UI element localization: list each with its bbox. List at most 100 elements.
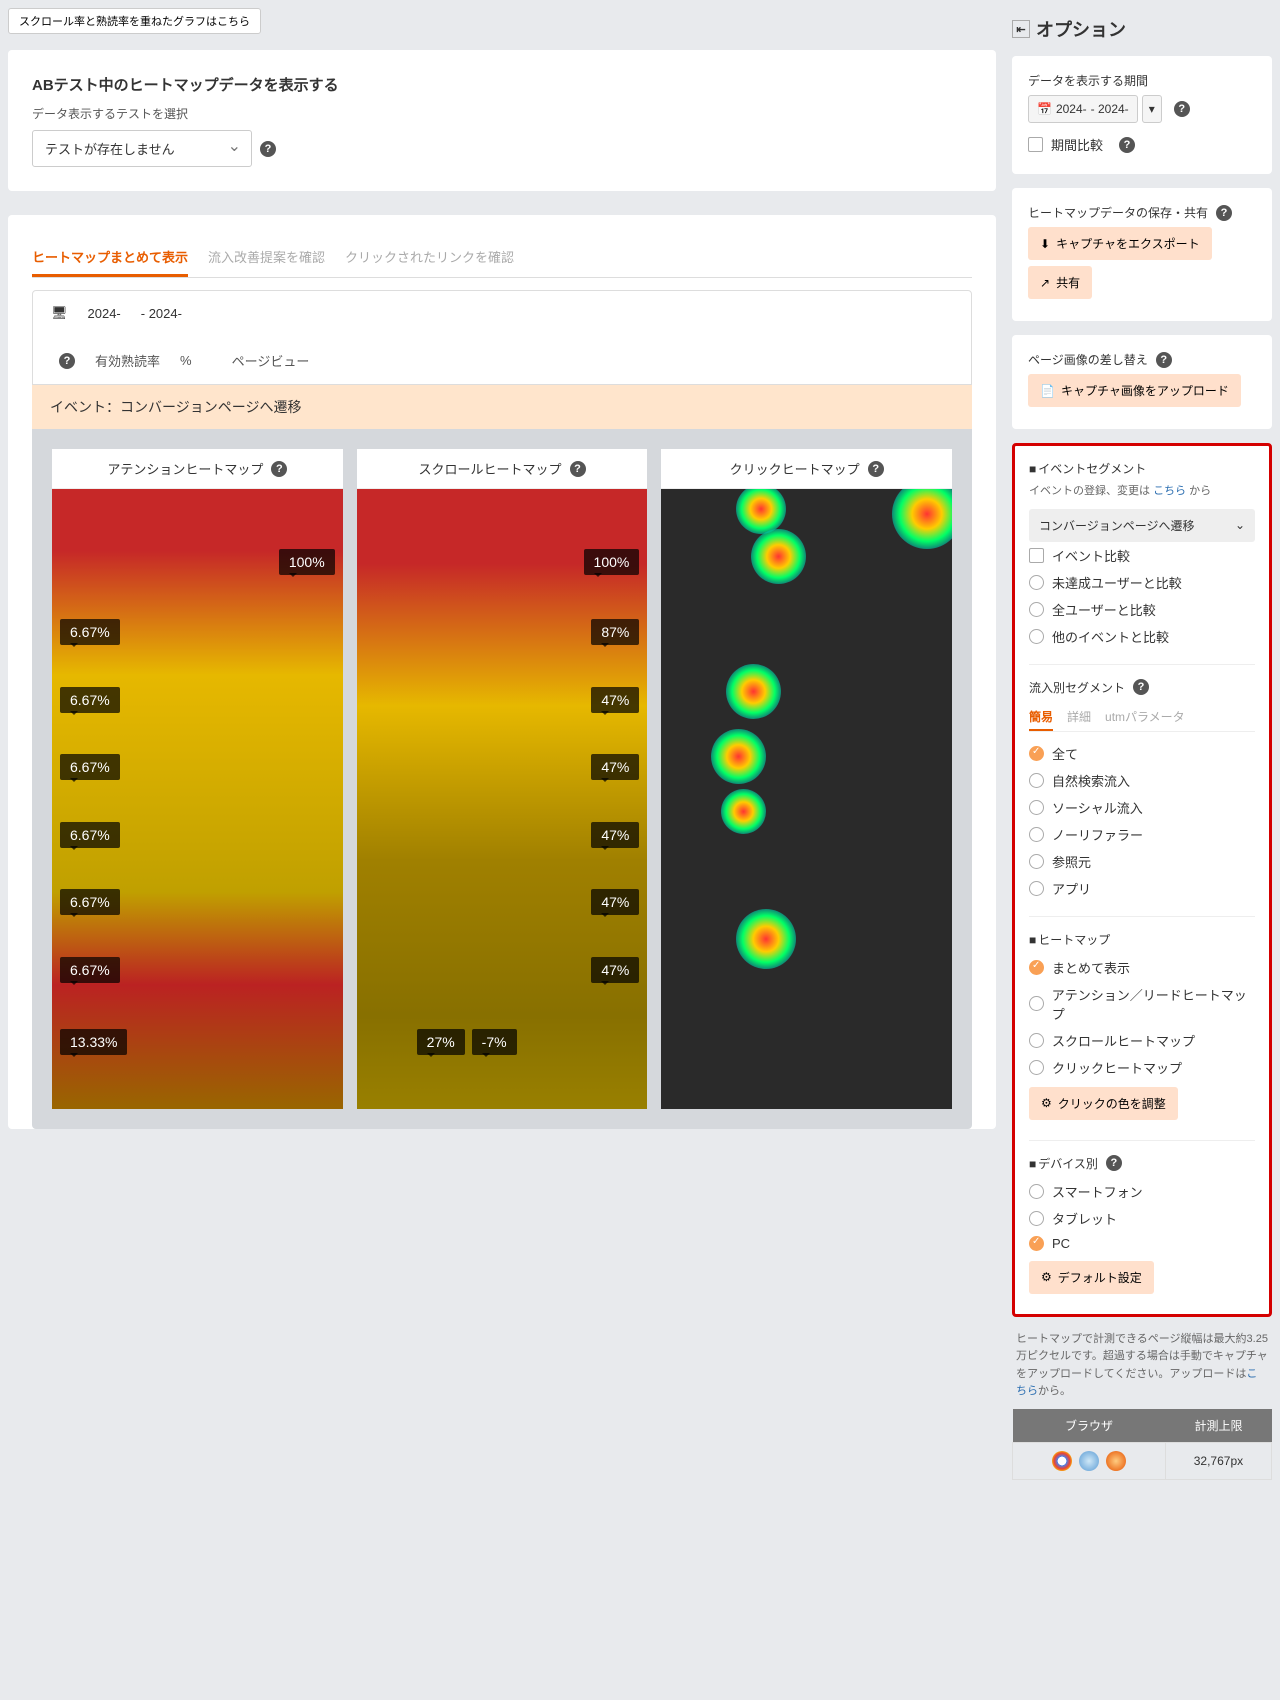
gear-icon: ⚙ xyxy=(1041,1270,1052,1284)
help-icon[interactable]: ? xyxy=(1133,679,1149,695)
pct: 87% xyxy=(591,619,639,645)
device-tablet-radio[interactable] xyxy=(1029,1211,1044,1226)
measurement-note: ヒートマップで計測できるページ縦幅は最大約3.25万ピクセルです。超過する場合は… xyxy=(1012,1331,1272,1401)
pct: 13.33% xyxy=(60,1029,127,1055)
help-icon[interactable]: ? xyxy=(1106,1155,1122,1171)
help-icon[interactable]: ? xyxy=(868,461,884,477)
pct: 47% xyxy=(591,889,639,915)
collapse-icon[interactable]: ⇤ xyxy=(1012,20,1030,38)
date-from: 2024- xyxy=(88,306,121,321)
period-label: データを表示する期間 xyxy=(1028,72,1256,89)
read-rate-label: 有効熟読率 xyxy=(95,351,160,370)
tab-improve[interactable]: 流入改善提案を確認 xyxy=(208,239,325,277)
attention-title: アテンションヒートマップ xyxy=(107,459,263,478)
segment-panel: イベントセグメント イベントの登録、変更は こちら から コンバージョンページへ… xyxy=(1012,443,1272,1317)
heatmap-tabs: ヒートマップまとめて表示 流入改善提案を確認 クリックされたリンクを確認 xyxy=(32,239,972,278)
options-title: ⇤ オプション xyxy=(1012,8,1272,56)
inflow-social-radio[interactable] xyxy=(1029,800,1044,815)
ab-card-subtitle: データ表示するテストを選択 xyxy=(32,105,972,122)
event-compare-checkbox[interactable] xyxy=(1029,548,1044,563)
help-icon[interactable]: ? xyxy=(59,353,75,369)
help-icon[interactable]: ? xyxy=(1156,352,1172,368)
heatmap-grid: アテンションヒートマップ? 100% 6.67% 6.67% 6.67% 6.6… xyxy=(32,429,972,1129)
default-settings-button[interactable]: ⚙デフォルト設定 xyxy=(1029,1261,1154,1294)
click-hotspot xyxy=(721,789,766,834)
pct: -7% xyxy=(472,1029,517,1055)
inflow-tab-simple[interactable]: 簡易 xyxy=(1029,704,1053,731)
hm-all-radio[interactable] xyxy=(1029,960,1044,975)
click-hotspot xyxy=(751,529,806,584)
click-hotspot xyxy=(736,909,796,969)
device-sp-radio[interactable] xyxy=(1029,1184,1044,1199)
click-col: クリックヒートマップ? xyxy=(661,449,952,1109)
inflow-tab-detail[interactable]: 詳細 xyxy=(1067,704,1091,731)
help-icon[interactable]: ? xyxy=(1119,137,1135,153)
date-dropdown[interactable]: ▾ xyxy=(1142,95,1162,123)
firefox-icon xyxy=(1106,1451,1126,1471)
pct: 47% xyxy=(591,822,639,848)
tab-clicked-links[interactable]: クリックされたリンクを確認 xyxy=(345,239,514,277)
date-range-picker[interactable]: 📅 2024- - 2024- xyxy=(1028,95,1138,123)
click-hotspot xyxy=(726,664,781,719)
chevron-down-icon: ⌄ xyxy=(1235,518,1245,532)
pct: 6.67% xyxy=(60,619,120,645)
ab-test-select[interactable]: テストが存在しません xyxy=(32,130,252,167)
help-icon[interactable]: ? xyxy=(271,461,287,477)
date-to: - 2024- xyxy=(141,306,182,321)
read-rate-unit: % xyxy=(180,353,192,368)
pct: 6.67% xyxy=(60,889,120,915)
pct: 100% xyxy=(584,549,640,575)
inflow-all-radio[interactable] xyxy=(1029,746,1044,761)
pct: 6.67% xyxy=(60,957,120,983)
tab-summary[interactable]: ヒートマップまとめて表示 xyxy=(32,239,188,277)
monitor-icon: 🖥 xyxy=(51,305,68,321)
ab-card-title: ABテスト中のヒートマップデータを表示する xyxy=(32,74,972,95)
info-bar: 🖥 2024- - 2024- ? 有効熟読率 % ページビュー xyxy=(32,290,972,385)
pct: 6.67% xyxy=(60,687,120,713)
safari-icon xyxy=(1079,1451,1099,1471)
help-icon[interactable]: ? xyxy=(570,461,586,477)
export-capture-button[interactable]: ⬇キャプチャをエクスポート xyxy=(1028,227,1212,260)
pct: 27% xyxy=(417,1029,465,1055)
limit-value: 32,767px xyxy=(1165,1442,1271,1479)
period-compare-checkbox[interactable] xyxy=(1028,137,1043,152)
inflow-referral-radio[interactable] xyxy=(1029,854,1044,869)
click-title: クリックヒートマップ xyxy=(730,459,860,478)
pct: 6.67% xyxy=(60,822,120,848)
hm-attention-radio[interactable] xyxy=(1029,996,1044,1011)
pct: 47% xyxy=(591,957,639,983)
inflow-tab-utm[interactable]: utmパラメータ xyxy=(1105,704,1185,731)
download-icon: ⬇ xyxy=(1040,237,1050,251)
attention-heatmap: 100% 6.67% 6.67% 6.67% 6.67% 6.67% 6.67%… xyxy=(52,489,343,1109)
help-icon[interactable]: ? xyxy=(1174,101,1190,117)
scroll-heatmap: 100% 87% 47% 47% 47% 47% 47% 27% -7% xyxy=(357,489,648,1109)
inflow-organic-radio[interactable] xyxy=(1029,773,1044,788)
adjust-click-color-button[interactable]: ⚙クリックの色を調整 xyxy=(1029,1087,1178,1120)
inflow-noreferrer-radio[interactable] xyxy=(1029,827,1044,842)
help-icon[interactable]: ? xyxy=(1216,205,1232,221)
inflow-app-radio[interactable] xyxy=(1029,881,1044,896)
hm-click-radio[interactable] xyxy=(1029,1060,1044,1075)
scroll-readrate-graph-button[interactable]: スクロール率と熟読率を重ねたグラフはこちら xyxy=(8,8,261,34)
share-icon: ↗ xyxy=(1040,276,1050,290)
heatmap-card: ヒートマップまとめて表示 流入改善提案を確認 クリックされたリンクを確認 🖥 2… xyxy=(8,215,996,1129)
file-icon: 📄 xyxy=(1040,384,1055,398)
gear-icon: ⚙ xyxy=(1041,1096,1052,1110)
browser-icons xyxy=(1013,1442,1166,1479)
share-button[interactable]: ↗共有 xyxy=(1028,266,1092,299)
upload-capture-button[interactable]: 📄キャプチャ画像をアップロード xyxy=(1028,374,1241,407)
device-pc-radio[interactable] xyxy=(1029,1236,1044,1251)
compare-other-radio[interactable] xyxy=(1029,629,1044,644)
click-hotspot xyxy=(711,729,766,784)
event-select[interactable]: コンバージョンページへ遷移⌄ xyxy=(1029,509,1255,542)
compare-all-radio[interactable] xyxy=(1029,602,1044,617)
event-edit-link[interactable]: こちら xyxy=(1153,485,1186,497)
hm-scroll-radio[interactable] xyxy=(1029,1033,1044,1048)
help-icon[interactable]: ? xyxy=(260,141,276,157)
event-bar: イベント：コンバージョンページへ遷移 xyxy=(32,385,972,429)
click-hotspot xyxy=(892,489,952,549)
ab-test-card: ABテスト中のヒートマップデータを表示する データ表示するテストを選択 テストが… xyxy=(8,50,996,191)
compare-unachieved-radio[interactable] xyxy=(1029,575,1044,590)
pct: 6.67% xyxy=(60,754,120,780)
calendar-icon: 📅 xyxy=(1037,102,1052,116)
